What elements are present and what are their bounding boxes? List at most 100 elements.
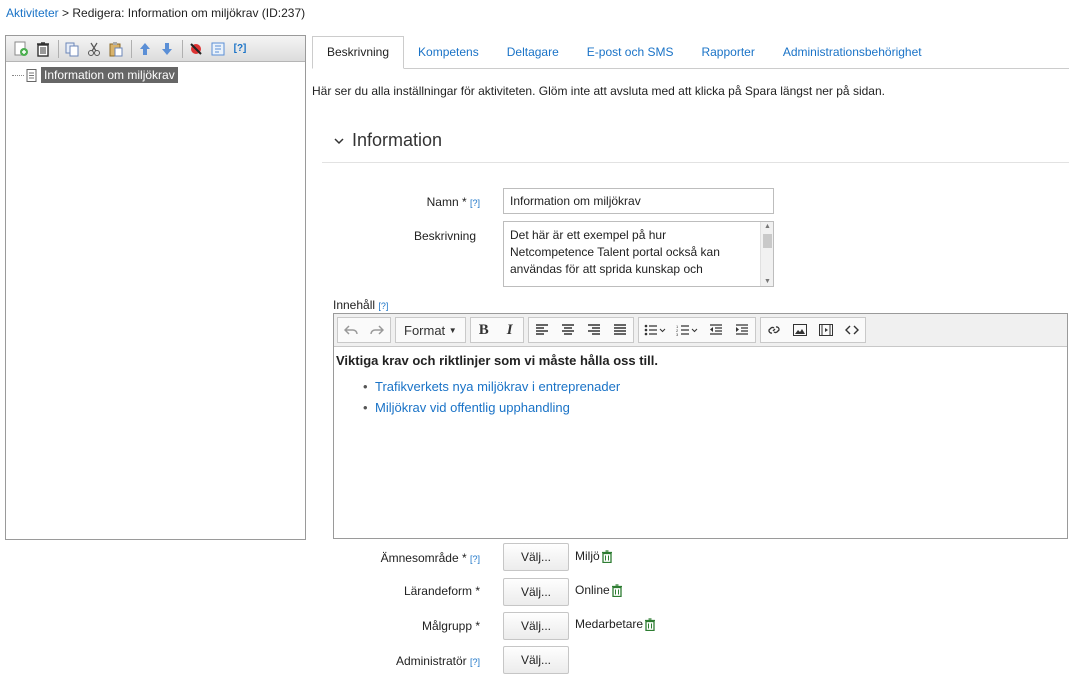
delete-icon[interactable] [33, 39, 53, 59]
content-link[interactable]: Miljökrav vid offentlig upphandling [363, 400, 1065, 421]
hide-icon[interactable] [186, 39, 206, 59]
italic-icon[interactable]: I [497, 318, 523, 342]
description-label: Beskrivning [413, 229, 476, 243]
target-group-label: Målgrupp * [421, 619, 480, 633]
editor-content[interactable]: Viktiga krav och riktlinjer som vi måste… [334, 347, 1067, 427]
document-icon [26, 68, 37, 82]
breadcrumb-current: Redigera: Information om miljökrav (ID:2… [72, 6, 306, 20]
paste-icon[interactable] [106, 39, 126, 59]
align-justify-icon[interactable] [607, 318, 633, 342]
learning-form-label: Lärandeform * [403, 584, 480, 598]
tab-epost-sms[interactable]: E-post och SMS [573, 37, 688, 68]
undo-redo-group [337, 317, 391, 343]
name-label: Namn * [?] [320, 195, 480, 209]
format-button[interactable]: Format ▼ [396, 318, 465, 342]
style-group: B I [469, 317, 524, 343]
move-up-icon[interactable] [135, 39, 155, 59]
tree-item[interactable]: Information om miljökrav [12, 66, 299, 84]
administrator-help-link[interactable]: [?] [470, 657, 480, 667]
align-group [527, 317, 634, 343]
content-help-link[interactable]: [?] [378, 301, 388, 311]
align-right-icon[interactable] [581, 318, 607, 342]
insert-group [759, 317, 866, 343]
image-icon[interactable] [787, 318, 813, 342]
breadcrumb-separator: > [58, 6, 73, 20]
scroll-up-icon[interactable]: ▲ [764, 223, 771, 230]
tab-administrationsbehorighet[interactable]: Administrationsbehörighet [769, 37, 936, 68]
copy-icon[interactable] [62, 39, 82, 59]
target-group-select-button[interactable]: Välj... [503, 612, 569, 640]
content-label: Innehåll [?] [333, 298, 388, 312]
tree-connector [12, 74, 24, 76]
tree-item-label[interactable]: Information om miljökrav [41, 67, 178, 83]
tree: Information om miljökrav [6, 62, 305, 88]
code-icon[interactable] [839, 318, 865, 342]
section-title: Information [352, 130, 443, 150]
bullet-list-icon[interactable] [639, 318, 671, 342]
format-dropdown[interactable]: Format ▼ [395, 317, 466, 343]
subject-value: Miljö [575, 549, 613, 563]
tab-rapporter[interactable]: Rapporter [687, 37, 768, 68]
target-group-value: Medarbetare [575, 617, 656, 631]
editor-toolbar: Format ▼ B I 123 [334, 314, 1067, 347]
cut-icon[interactable] [84, 39, 104, 59]
tab-kompetens[interactable]: Kompetens [404, 37, 493, 68]
content-label-text: Innehåll [333, 298, 376, 312]
scrollbar-thumb[interactable] [763, 234, 772, 248]
preview-icon[interactable] [208, 39, 228, 59]
trash-icon[interactable] [611, 583, 623, 597]
name-input[interactable] [503, 188, 774, 214]
align-left-icon[interactable] [529, 318, 555, 342]
description-scrollbar[interactable]: ▲ ▼ [760, 222, 773, 286]
list-group: 123 [637, 317, 756, 343]
link-list: Trafikverkets nya miljökrav i entreprena… [363, 379, 1065, 421]
indent-icon[interactable] [729, 318, 755, 342]
add-icon[interactable] [11, 39, 31, 59]
trash-icon[interactable] [644, 617, 656, 631]
numbered-list-icon[interactable]: 123 [671, 318, 703, 342]
administrator-label: Administratör [?] [320, 654, 480, 668]
subject-label-text: Ämnesområde * [380, 551, 467, 565]
breadcrumb: Aktiviteter > Redigera: Information om m… [6, 6, 305, 20]
learning-form-value: Online [575, 583, 623, 597]
target-group-value-text: Medarbetare [575, 617, 644, 631]
media-icon[interactable] [813, 318, 839, 342]
name-help-link[interactable]: [?] [470, 198, 480, 208]
trash-icon[interactable] [601, 549, 613, 563]
administrator-label-text: Administratör [395, 654, 467, 668]
toolbar-separator [58, 39, 59, 58]
redo-icon[interactable] [364, 318, 390, 342]
content-editor: Format ▼ B I 123 Viktiga krav och riktli… [333, 313, 1068, 539]
toolbar-separator [131, 39, 132, 58]
intro-text: Här ser du alla inställningar för aktivi… [312, 84, 885, 98]
subject-help-link[interactable]: [?] [470, 554, 480, 564]
svg-text:3: 3 [676, 332, 679, 336]
subject-value-text: Miljö [575, 549, 600, 563]
caret-down-icon: ▼ [448, 325, 457, 335]
learning-form-select-button[interactable]: Välj... [503, 578, 569, 606]
link-icon[interactable] [761, 318, 787, 342]
tab-bar: Beskrivning Kompetens Deltagare E-post o… [312, 35, 1069, 69]
subject-select-button[interactable]: Välj... [503, 543, 569, 571]
tab-beskrivning[interactable]: Beskrivning [312, 36, 405, 69]
tab-deltagare[interactable]: Deltagare [493, 37, 573, 68]
move-down-icon[interactable] [157, 39, 177, 59]
bold-icon[interactable]: B [471, 318, 497, 342]
tree-panel: [?] Information om miljökrav [5, 35, 306, 540]
breadcrumb-link-aktiviteter[interactable]: Aktiviteter [6, 6, 59, 20]
align-center-icon[interactable] [555, 318, 581, 342]
undo-icon[interactable] [338, 318, 364, 342]
administrator-select-button[interactable]: Välj... [503, 646, 569, 674]
content-link[interactable]: Trafikverkets nya miljökrav i entreprena… [363, 379, 1065, 400]
chevron-down-icon [334, 137, 344, 144]
learning-form-value-text: Online [575, 583, 610, 597]
tree-toolbar: [?] [6, 36, 305, 62]
name-label-text: Namn * [426, 195, 467, 209]
help-icon[interactable]: [?] [230, 39, 250, 59]
toolbar-separator [182, 39, 183, 58]
outdent-icon[interactable] [703, 318, 729, 342]
description-textarea[interactable]: Det här är ett exempel på hur Netcompete… [503, 221, 774, 287]
scroll-down-icon[interactable]: ▼ [764, 278, 771, 285]
section-information[interactable]: Information [334, 130, 442, 151]
format-label: Format [404, 322, 446, 338]
